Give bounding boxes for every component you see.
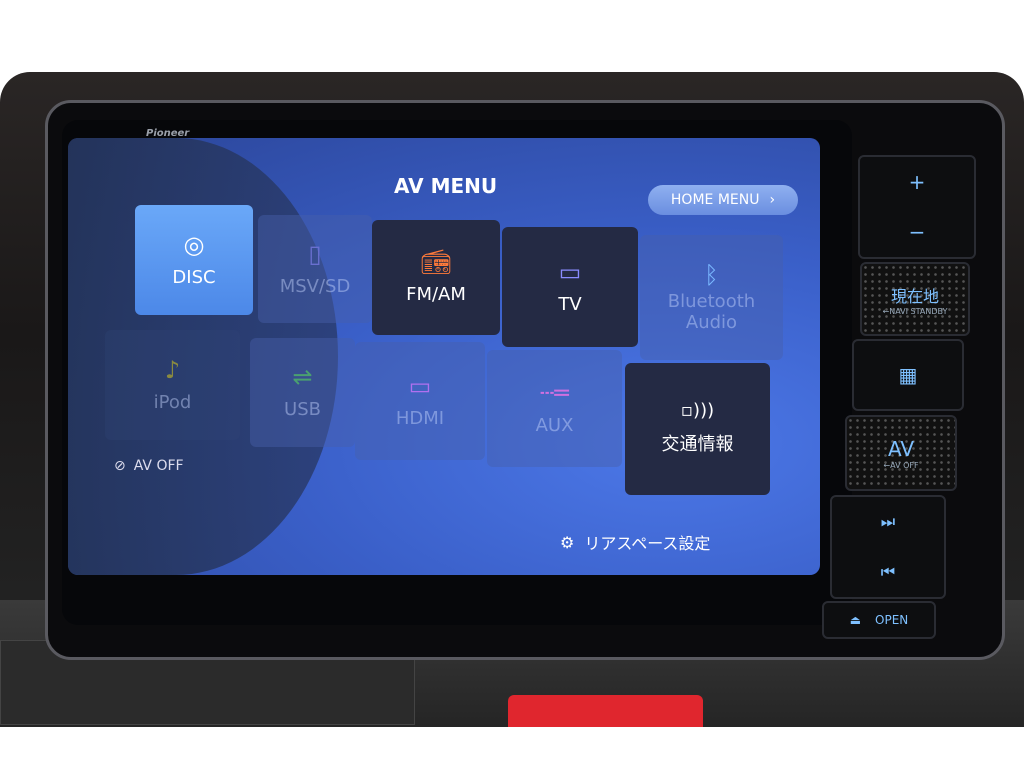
source-aux[interactable]: ┄═ AUX (487, 350, 622, 467)
source-bluetooth-audio[interactable]: ᛒ Bluetooth Audio (640, 235, 783, 360)
tile-label: DISC (172, 266, 216, 288)
usb-icon: ⇌ (292, 363, 313, 391)
source-tv[interactable]: ▭ TV (502, 227, 638, 347)
page-title: AV MENU (394, 174, 498, 198)
tile-label: FM/AM (406, 284, 466, 305)
power-off-icon: ⊘ (114, 458, 126, 474)
tile-label: HDMI (395, 407, 445, 429)
chevron-right-icon: › (769, 192, 776, 208)
tv-icon: ▭ (558, 257, 582, 286)
eject-icon: ⏏ (849, 613, 862, 627)
av-off-hw-label: ←AV OFF (883, 460, 919, 470)
av-label: AV (887, 436, 915, 461)
source-traffic-info[interactable]: ▫))) 交通情報 (625, 363, 770, 495)
source-disc[interactable]: ◎ DISC (135, 205, 253, 315)
source-usb[interactable]: ⇌ USB (250, 338, 355, 447)
grid-icon: ▦ (898, 363, 918, 387)
sd-card-icon: ▯ (308, 239, 322, 268)
volume-down-button[interactable]: − (909, 220, 926, 244)
bluetooth-icon: ᛒ (704, 260, 719, 289)
volume-up-button[interactable]: + (909, 170, 926, 194)
hdmi-icon: ▭ (408, 371, 432, 400)
music-note-icon: ♪ (164, 355, 181, 384)
eject-button[interactable]: ⏏ OPEN (822, 601, 936, 639)
open-label: OPEN (875, 613, 909, 627)
aux-cable-icon: ┄═ (540, 379, 569, 407)
av-off-label: AV OFF (133, 458, 184, 474)
tile-label: AUX (535, 415, 574, 436)
source-ipod[interactable]: ♪ iPod (105, 330, 240, 440)
tile-label: TV (558, 293, 582, 315)
track-rocker: ⏭ ⏮ (830, 495, 946, 599)
next-track-button[interactable]: ⏭ (881, 512, 895, 532)
disc-icon: ◎ (183, 230, 205, 259)
tile-label: USB (284, 399, 321, 420)
tile-label: 交通情報 (661, 434, 734, 455)
rear-space-label: リアスペース設定 (584, 534, 711, 553)
home-menu-button[interactable]: HOME MENU › (648, 185, 798, 215)
source-hdmi[interactable]: ▭ HDMI (355, 342, 485, 460)
hazard-button[interactable] (508, 695, 703, 727)
tile-label: Bluetooth Audio (667, 290, 756, 333)
source-fm-am[interactable]: 📻︎ FM/AM (372, 220, 500, 335)
source-msv-sd[interactable]: ▯ MSV/SD (258, 215, 372, 323)
av-off-button[interactable]: ⊘ AV OFF (114, 458, 184, 474)
tile-label: iPod (153, 391, 192, 413)
rear-settings-icon: ⚙ (560, 532, 575, 552)
current-location-label: 現在地 (890, 286, 939, 306)
prev-track-button[interactable]: ⏮ (881, 562, 895, 582)
radio-icon: 📻︎ (420, 248, 452, 276)
menu-button[interactable]: ▦ (852, 339, 964, 411)
traffic-info-icon: ▫))) (680, 400, 715, 421)
current-location-button[interactable]: 現在地 ←NAVI STANDBY (860, 262, 970, 336)
navi-standby-label: ←NAVI STANDBY (882, 306, 948, 316)
home-menu-label: HOME MENU (670, 192, 760, 208)
rear-space-settings-button[interactable]: ⚙ リアスペース設定 (560, 530, 710, 554)
av-button[interactable]: AV ←AV OFF (845, 415, 957, 491)
volume-rocker: + − (858, 155, 976, 259)
touch-screen: AV MENU HOME MENU › ◎ DISC ▯ MSV/SD 📻︎ F… (68, 138, 820, 575)
tile-label: MSV/SD (279, 275, 351, 297)
